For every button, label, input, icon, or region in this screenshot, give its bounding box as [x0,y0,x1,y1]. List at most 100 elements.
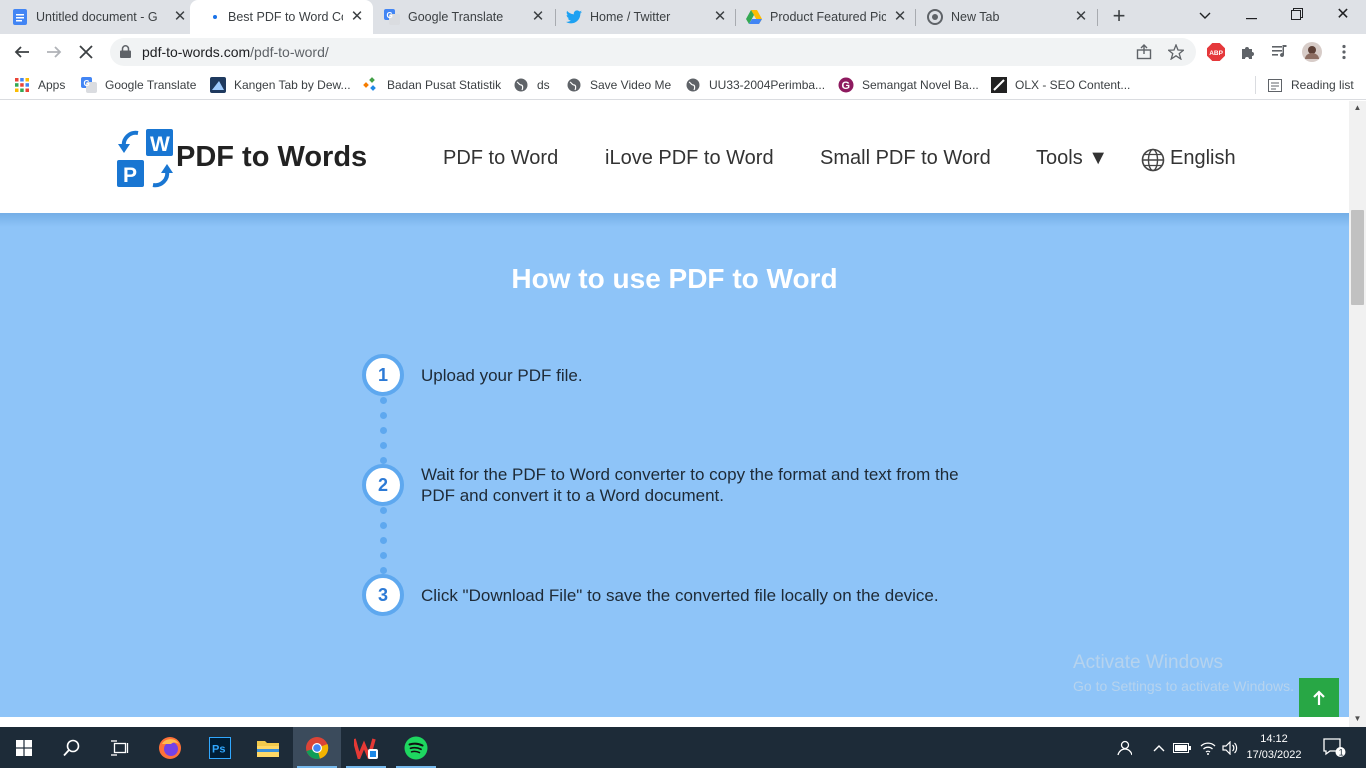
timeline-dot [380,412,387,419]
url-text[interactable]: pdf-to-words.com/pdf-to-word/ [142,44,329,60]
restore-button[interactable] [1274,0,1320,30]
bookmarks-separator [1255,76,1256,94]
twitter-icon [566,9,582,25]
wifi-icon[interactable] [1198,727,1218,768]
nav-language-english[interactable]: English [1170,147,1236,170]
tab-title: Home / Twitter [590,10,671,24]
firefox-icon[interactable] [146,727,194,768]
close-tab-icon[interactable]: ✕ [349,9,365,25]
stop-loading-button[interactable] [73,39,99,65]
nav-ilove-pdf-to-word[interactable]: iLove PDF to Word [605,147,774,170]
bookmark-star-icon[interactable] [1166,42,1186,62]
bookmark-label: Apps [38,78,66,92]
bookmark-uu33[interactable]: UU33-2004Perimba... [685,76,825,94]
tab-untitled-document[interactable]: Untitled document - G ✕ [12,0,188,34]
scroll-to-top-button[interactable] [1299,678,1339,717]
kangen-tab-icon [210,77,226,93]
globe-icon[interactable] [1141,148,1165,177]
site-logo-icon[interactable]: W P [116,129,176,189]
nav-small-pdf-to-word[interactable]: Small PDF to Word [820,147,991,170]
tab-new-tab[interactable]: New Tab ✕ [927,0,1089,34]
activate-windows-watermark: Activate Windows Go to Settings to activ… [1073,652,1294,694]
tab-search-button[interactable] [1182,0,1228,30]
google-docs-icon [12,9,28,25]
scrollbar-thumb[interactable] [1351,210,1364,305]
tab-pdf-to-word[interactable]: Best PDF to Word Con ✕ [190,0,373,34]
nav-pdf-to-word[interactable]: PDF to Word [443,147,558,170]
task-view-icon[interactable] [96,727,144,768]
bookmark-save-video[interactable]: Save Video Me [566,76,671,94]
globe-icon [513,77,529,93]
forward-button[interactable] [41,39,67,65]
bookmark-semangat-novel[interactable]: G Semangat Novel Ba... [838,76,979,94]
system-clock[interactable]: 14:12 17/03/2022 [1242,731,1306,763]
tab-twitter[interactable]: Home / Twitter ✕ [566,0,728,34]
share-icon[interactable] [1134,42,1154,62]
reading-list-label: Reading list [1291,78,1354,92]
lock-icon[interactable] [120,45,131,63]
timeline-dot [380,522,387,529]
apps-grid-icon [14,77,30,93]
step-number-3: 3 [362,574,404,616]
bookmark-apps[interactable]: Apps [14,76,65,94]
profile-avatar[interactable] [1302,42,1322,62]
adblock-plus-icon[interactable]: ABP [1206,42,1226,62]
more-menu-icon[interactable] [1334,42,1354,62]
back-arrow-icon [14,46,29,58]
minimize-button[interactable] [1228,0,1274,30]
media-queue-icon[interactable] [1270,42,1290,62]
close-tab-icon[interactable]: ✕ [172,9,188,25]
battery-icon[interactable] [1172,727,1192,768]
bookmark-label: Save Video Me [590,78,672,92]
bookmark-google-translate[interactable]: G Google Translate [81,76,196,94]
wps-office-icon[interactable] [342,727,390,768]
scroll-up-arrow-icon[interactable]: ▲ [1351,103,1364,113]
svg-text:ABP: ABP [1209,50,1223,57]
close-window-button[interactable]: ✕ [1320,0,1366,30]
clock-time: 14:12 [1260,733,1288,745]
vertical-scrollbar[interactable] [1349,101,1366,727]
tab-product-featured[interactable]: Product Featured Pictu ✕ [746,0,908,34]
close-tab-icon[interactable]: ✕ [712,9,728,25]
logo-letter-w: W [150,133,170,156]
timeline-dot [380,457,387,464]
site-logo-text[interactable]: PDF to Words [176,141,367,174]
bookmark-olx[interactable]: OLX - SEO Content... [991,76,1130,94]
tab-google-translate[interactable]: G Google Translate ✕ [384,0,546,34]
search-icon[interactable] [48,727,96,768]
spotify-icon[interactable] [392,727,440,768]
extensions-puzzle-icon[interactable] [1238,42,1258,62]
close-tab-icon[interactable]: ✕ [530,9,546,25]
people-icon[interactable] [1112,727,1136,768]
close-tab-icon[interactable]: ✕ [1073,9,1089,25]
address-bar[interactable]: pdf-to-words.com/pdf-to-word/ [110,38,1196,66]
notification-count: 1 [1339,747,1344,757]
new-tab-button[interactable]: + [1108,5,1130,28]
photoshop-icon[interactable]: Ps [196,727,244,768]
volume-icon[interactable] [1220,727,1240,768]
timeline-dot [380,507,387,514]
notifications-icon[interactable]: 1 [1320,727,1350,768]
bookmark-ds[interactable]: ds [513,76,550,94]
scroll-down-arrow-icon[interactable]: ▼ [1351,714,1364,724]
back-button[interactable] [9,39,35,65]
loading-dot-icon [212,9,218,25]
chrome-icon[interactable] [293,727,341,768]
timeline-dot [380,537,387,544]
reading-list-button[interactable]: Reading list [1267,76,1354,94]
svg-text:G: G [842,80,851,92]
bookmark-kangen-tab[interactable]: Kangen Tab by Dew... [210,76,351,94]
timeline-dot [380,397,387,404]
bookmark-bps[interactable]: Badan Pusat Statistik [363,76,501,94]
windows-start-icon[interactable] [0,727,48,768]
tab-title: New Tab [951,10,1000,24]
show-hidden-icons-chevron-icon[interactable] [1150,727,1168,768]
semangat-icon: G [838,77,854,93]
close-icon [79,45,93,59]
svg-text:G: G [84,79,90,88]
step-text-1: Upload your PDF file. [421,366,583,385]
nav-tools-dropdown[interactable]: Tools ▼ [1036,147,1108,170]
tab-separator [555,9,556,26]
file-explorer-icon[interactable] [244,727,292,768]
close-tab-icon[interactable]: ✕ [892,9,908,25]
